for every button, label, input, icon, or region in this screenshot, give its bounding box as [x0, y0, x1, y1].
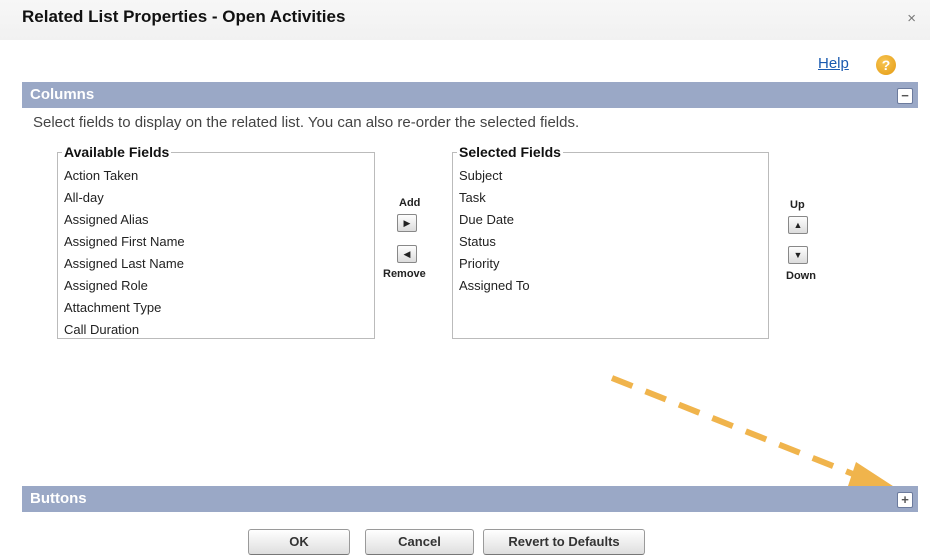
revert-to-defaults-button[interactable]: Revert to Defaults: [483, 529, 645, 555]
cancel-button[interactable]: Cancel: [365, 529, 474, 555]
buttons-section-header: Buttons +: [22, 486, 918, 512]
expand-buttons-icon[interactable]: +: [897, 492, 913, 508]
buttons-section-title: Buttons: [30, 490, 87, 507]
annotation-arrow-icon: [610, 375, 896, 488]
ok-button[interactable]: OK: [248, 529, 350, 555]
